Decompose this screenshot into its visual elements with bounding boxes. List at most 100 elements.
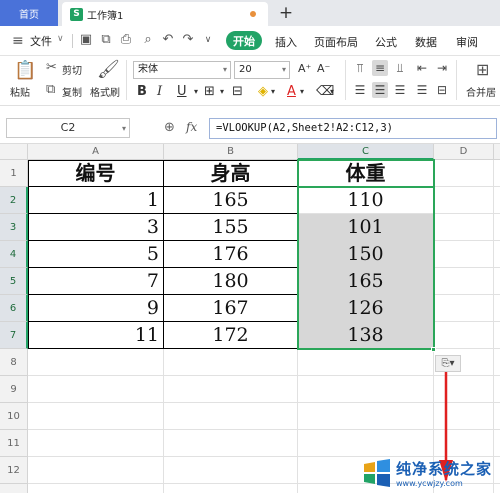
new-tab-button[interactable]: + <box>276 3 296 23</box>
menu-review[interactable]: 审阅 <box>456 34 478 50</box>
bold-icon[interactable]: B <box>137 84 147 100</box>
fill-color-icon[interactable]: ◈ <box>258 84 268 100</box>
cut-button[interactable]: 剪切 <box>62 62 82 77</box>
row-header[interactable]: 4 <box>0 241 28 268</box>
print-preview-icon[interactable]: ⌕ <box>140 32 156 48</box>
select-all-corner[interactable] <box>0 144 28 160</box>
redo-icon[interactable]: ↷ <box>180 32 196 48</box>
font-name-select[interactable]: 宋体 ▾ <box>133 61 231 79</box>
row-header[interactable]: 9 <box>0 376 28 403</box>
copy-button[interactable]: 复制 <box>62 84 82 99</box>
cell-a5[interactable]: 7 <box>28 268 163 295</box>
chevron-down-icon[interactable]: ∨ <box>200 32 216 48</box>
italic-icon[interactable]: I <box>157 84 162 100</box>
merge-center-icon[interactable]: ⊞ <box>476 60 489 79</box>
align-bottom-icon[interactable]: ⫫ <box>392 60 408 76</box>
copy-icon[interactable]: ⧉ <box>46 82 55 97</box>
chevron-down-icon[interactable]: ▾ <box>220 84 224 100</box>
fx-icon[interactable]: fx <box>186 120 197 134</box>
scissors-icon[interactable]: ✂ <box>46 60 57 75</box>
chevron-down-icon[interactable]: ▾ <box>271 84 275 100</box>
tab-workbook[interactable]: S 工作簿1 <box>62 2 268 26</box>
column-header-b[interactable]: B <box>164 144 298 160</box>
print-icon[interactable]: ⎙ <box>118 32 134 48</box>
column-header-c[interactable]: C <box>298 144 434 160</box>
underline-icon[interactable]: U <box>177 84 187 100</box>
column-header-e[interactable] <box>494 144 500 160</box>
indent-increase-icon[interactable]: ⇥ <box>434 60 450 76</box>
formula-input[interactable]: =VLOOKUP(A2,Sheet2!A2:C12,3) <box>209 118 497 139</box>
increase-font-icon[interactable]: A⁺ <box>298 61 311 77</box>
menu-page-layout[interactable]: 页面布局 <box>314 34 358 50</box>
cell-b6[interactable]: 167 <box>164 295 297 322</box>
menu-formulas[interactable]: 公式 <box>375 34 397 50</box>
cell-b3[interactable]: 155 <box>164 214 297 241</box>
row-header[interactable]: 12 <box>0 457 28 484</box>
cell-a7[interactable]: 11 <box>28 322 163 349</box>
zoom-icon[interactable]: ⊕ <box>164 120 175 135</box>
tab-home[interactable]: 首页 <box>0 0 58 26</box>
watermark-title: 纯净系统之家 <box>396 459 493 478</box>
font-color-icon[interactable]: A <box>287 84 296 100</box>
align-middle-icon[interactable]: ≡ <box>372 60 388 76</box>
distribute-icon[interactable]: ⊟ <box>434 82 450 98</box>
column-header-a[interactable]: A <box>28 144 164 160</box>
row-header[interactable]: 2 <box>0 187 28 214</box>
ribbon: 📋 粘贴 ✂ 剪切 ⧉ 复制 🖌 格式刷 宋体 ▾ 20 ▾ A⁺ A⁻ B I… <box>0 56 500 106</box>
chevron-down-icon[interactable]: ∨ <box>57 34 64 44</box>
row-header[interactable]: 1 <box>0 160 28 187</box>
row-header[interactable] <box>0 484 28 493</box>
cell-b4[interactable]: 176 <box>164 241 297 268</box>
chevron-down-icon[interactable]: ▾ <box>194 84 198 100</box>
save-icon[interactable]: ▣ <box>78 32 94 48</box>
paste-button[interactable]: 粘贴 <box>10 84 30 99</box>
format-painter-icon[interactable]: 🖌 <box>97 59 120 80</box>
indent-decrease-icon[interactable]: ⇤ <box>414 60 430 76</box>
borders-icon[interactable]: ⊞ <box>204 84 215 100</box>
cell-a3[interactable]: 3 <box>28 214 163 241</box>
merge-icon[interactable]: ⊟ <box>232 84 243 100</box>
cell-a4[interactable]: 5 <box>28 241 163 268</box>
cell-a6[interactable]: 9 <box>28 295 163 322</box>
justify-icon[interactable]: ☰ <box>414 82 430 98</box>
align-left-icon[interactable]: ☰ <box>352 82 368 98</box>
undo-icon[interactable]: ↶ <box>160 32 176 48</box>
row-header[interactable]: 11 <box>0 430 28 457</box>
row-header[interactable]: 10 <box>0 403 28 430</box>
paste-icon[interactable]: 📋 <box>14 60 36 81</box>
cell-b2[interactable]: 165 <box>164 187 297 214</box>
spreadsheet-icon: S <box>70 7 83 21</box>
export-icon[interactable]: ⧉ <box>98 32 114 48</box>
merge-center-button[interactable]: 合并居 <box>466 84 496 99</box>
align-right-icon[interactable]: ☰ <box>392 82 408 98</box>
menu-insert[interactable]: 插入 <box>275 34 297 50</box>
row-header[interactable]: 5 <box>0 268 28 295</box>
cell-a1[interactable]: 编号 <box>28 160 163 187</box>
cell-a2[interactable]: 1 <box>28 187 163 214</box>
gridline <box>28 429 500 430</box>
decrease-font-icon[interactable]: A⁻ <box>317 61 330 77</box>
row-header[interactable]: 7 <box>0 322 28 349</box>
chevron-down-icon[interactable]: ▾ <box>300 84 304 100</box>
formula-bar: C2 ▾ ⊕ fx =VLOOKUP(A2,Sheet2!A2:C12,3) <box>0 114 500 144</box>
row-header[interactable]: 3 <box>0 214 28 241</box>
cell-c1[interactable]: 体重 <box>298 160 433 187</box>
align-top-icon[interactable]: ⫪ <box>352 60 368 76</box>
row-header[interactable]: 8 <box>0 349 28 376</box>
menu-data[interactable]: 数据 <box>415 34 437 50</box>
row-header[interactable]: 6 <box>0 295 28 322</box>
hamburger-icon[interactable]: ≡ <box>12 33 28 49</box>
menu-start[interactable]: 开始 <box>226 31 262 50</box>
align-center-icon[interactable]: ☰ <box>372 82 388 98</box>
format-painter-button[interactable]: 格式刷 <box>90 84 120 99</box>
cell-b7[interactable]: 172 <box>164 322 297 349</box>
spreadsheet-grid[interactable]: A B C D 1 2 3 4 5 6 7 8 9 10 11 12 编号 身高… <box>0 144 500 493</box>
name-box[interactable]: C2 ▾ <box>6 118 130 138</box>
font-size-select[interactable]: 20 ▾ <box>234 61 290 79</box>
menu-file[interactable]: 文件 <box>30 33 52 49</box>
cell-b1[interactable]: 身高 <box>164 160 297 187</box>
cell-b5[interactable]: 180 <box>164 268 297 295</box>
chevron-down-icon[interactable]: ▾ <box>330 84 334 100</box>
fill-handle[interactable] <box>431 347 436 352</box>
column-header-d[interactable]: D <box>434 144 494 160</box>
